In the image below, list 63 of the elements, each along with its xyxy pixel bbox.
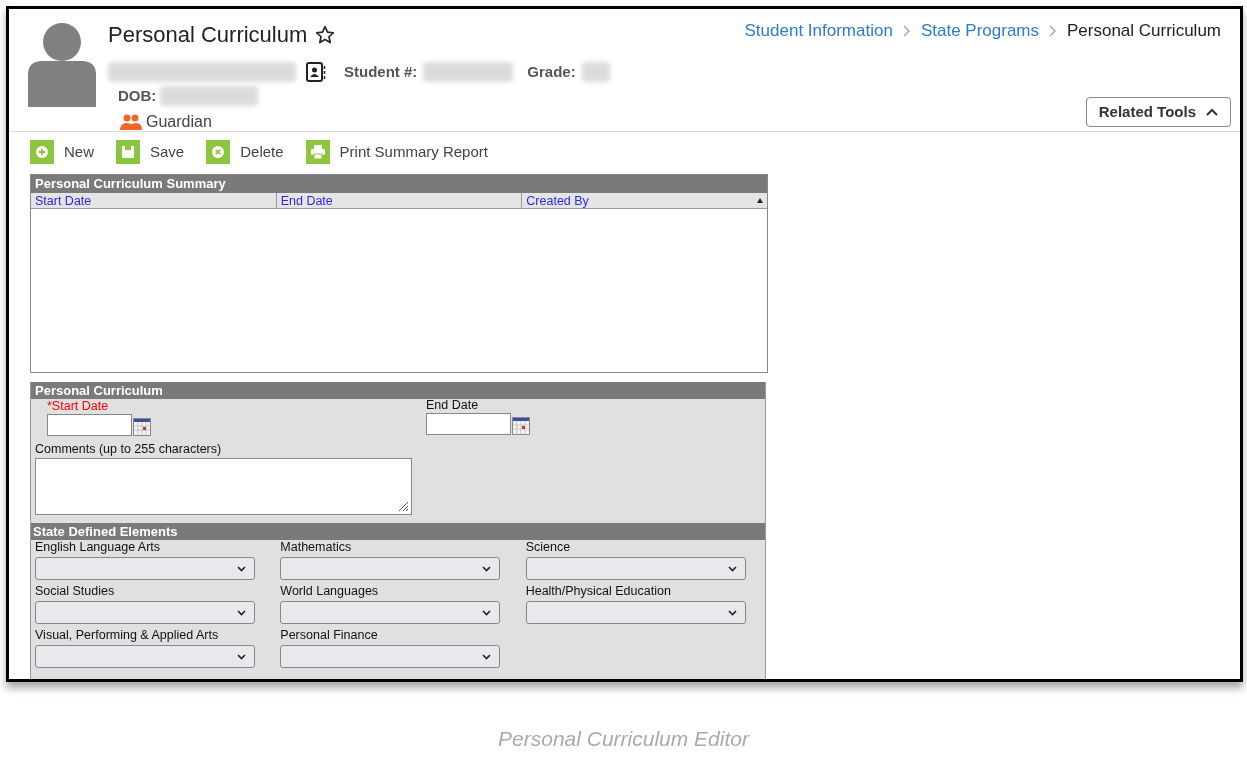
redacted-value: [581, 62, 610, 83]
chevron-right-icon: [1049, 24, 1057, 37]
column-header[interactable]: Created By: [521, 193, 767, 208]
avatar-icon: [28, 23, 96, 107]
contact-card-icon[interactable]: [306, 62, 326, 83]
people-icon: [120, 114, 142, 130]
breadcrumb-current: Personal Curriculum: [1067, 20, 1221, 42]
dropdown[interactable]: [525, 601, 746, 624]
star-icon[interactable]: [315, 24, 336, 45]
field-label: Science: [525, 540, 572, 555]
calendar-icon[interactable]: [512, 417, 530, 435]
toolbar-button[interactable]: Delete: [206, 140, 284, 164]
calendar-icon[interactable]: [133, 418, 151, 436]
field-label: English Language Arts: [35, 540, 162, 555]
chevron-down-icon: [727, 609, 737, 616]
chevron-down-icon: [727, 565, 737, 572]
dropdown[interactable]: [35, 601, 255, 624]
field-label: End Date: [426, 398, 480, 413]
dropdown[interactable]: [280, 557, 501, 580]
image-caption: Personal Curriculum Editor: [498, 726, 749, 752]
date-field[interactable]: [47, 414, 132, 436]
dropdown[interactable]: [280, 645, 501, 668]
summary-header: Personal Curriculum Summary: [31, 175, 767, 193]
chevron-down-icon: [482, 609, 492, 616]
chevron-down-icon: [482, 565, 492, 572]
chevron-down-icon: [237, 653, 246, 660]
comments-field[interactable]: [35, 458, 412, 515]
chevron-down-icon: [482, 653, 492, 660]
chevron-down-icon: [237, 609, 246, 616]
field-label: Health/Physical Education: [525, 584, 672, 599]
field-label: Social Studies: [35, 584, 116, 599]
chevron-right-icon: [902, 24, 911, 37]
field-label: Visual, Performing & Applied Arts: [35, 628, 220, 643]
section-header: Personal Curriculum: [31, 382, 765, 399]
dob-label: DOB:: [118, 85, 157, 106]
field-label: Comments (up to 255 characters): [34, 442, 223, 457]
dropdown[interactable]: [525, 557, 746, 580]
related-tools-button[interactable]: Related Tools: [1085, 97, 1231, 127]
page-title: Personal Curriculum: [108, 21, 308, 49]
breadcrumb-link[interactable]: State Programs: [920, 18, 1039, 44]
field-label: *Start Date: [47, 399, 110, 414]
date-field[interactable]: [426, 413, 511, 435]
resize-grip-icon[interactable]: [397, 500, 409, 512]
chevron-up-icon: [1206, 108, 1218, 116]
field-label: World Languages: [280, 584, 380, 599]
grade-label: Grade:: [527, 62, 576, 82]
toolbar-button[interactable]: New: [30, 140, 94, 164]
column-header[interactable]: Start Date: [31, 193, 276, 208]
plus-icon: [30, 140, 54, 164]
dropdown[interactable]: [280, 601, 501, 624]
chevron-down-icon: [237, 565, 246, 572]
breadcrumb-link[interactable]: Student Information: [744, 18, 893, 44]
dropdown[interactable]: [35, 557, 255, 580]
dropdown[interactable]: [35, 645, 255, 668]
printer-icon: [305, 140, 330, 164]
student-number-label: Student #:: [344, 62, 418, 82]
toolbar-button[interactable]: Print Summary Report: [305, 140, 488, 164]
field-label: Personal Finance: [280, 628, 379, 643]
column-header[interactable]: End Date: [275, 193, 522, 208]
field-label: Mathematics: [280, 540, 353, 555]
section-header: State Defined Elements: [31, 523, 765, 540]
guardian-link[interactable]: Guardian: [146, 110, 212, 134]
toolbar-button[interactable]: Save: [116, 140, 185, 164]
